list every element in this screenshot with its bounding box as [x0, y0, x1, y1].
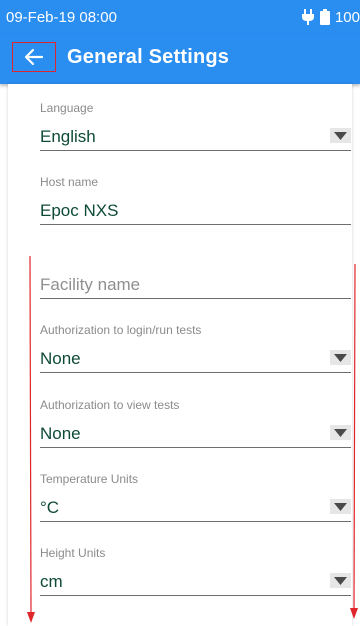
status-bar: 09-Feb-19 08:00 100 [0, 0, 360, 34]
back-arrow-icon [24, 48, 44, 66]
temperature-units-underline [40, 521, 351, 522]
dropdown-arrow-icon[interactable] [330, 128, 351, 143]
temperature-units-label: Temperature Units [40, 472, 139, 486]
host-name-label: Host name [40, 175, 99, 189]
status-datetime: 09-Feb-19 08:00 [6, 8, 117, 26]
host-name-underline [40, 224, 351, 225]
auth-view-field[interactable]: Authorization to view tests None [40, 398, 351, 448]
height-units-underline [40, 595, 351, 596]
facility-name-placeholder: Facility name [40, 275, 141, 294]
settings-card: Language English Host name Epoc NXS Faci… [8, 84, 352, 626]
battery-icon [319, 9, 330, 25]
height-units-field[interactable]: Height Units cm [40, 546, 351, 596]
language-value: English [40, 127, 96, 146]
status-icons: 100 [301, 9, 360, 26]
facility-name-underline [40, 298, 351, 299]
auth-view-underline [40, 447, 351, 448]
language-field[interactable]: Language English [40, 101, 351, 151]
auth-view-value: None [40, 424, 81, 443]
facility-name-input[interactable]: Facility name [40, 273, 351, 299]
back-button[interactable] [12, 42, 56, 72]
height-units-value: cm [40, 572, 63, 591]
charging-plug-icon [301, 9, 314, 25]
auth-login-field[interactable]: Authorization to login/run tests None [40, 323, 351, 373]
scroll-arrow-icon [350, 263, 358, 619]
scroll-arrow-icon [27, 255, 35, 623]
host-name-value: Epoc NXS [40, 201, 119, 220]
auth-view-label: Authorization to view tests [40, 398, 180, 412]
auth-login-label: Authorization to login/run tests [40, 323, 202, 337]
language-underline [40, 150, 351, 151]
page-title: General Settings [67, 46, 230, 68]
auth-login-value: None [40, 349, 81, 368]
height-units-label: Height Units [40, 546, 106, 560]
app-bar: General Settings [0, 34, 360, 84]
host-name-field[interactable]: Host name Epoc NXS [40, 175, 351, 225]
language-label: Language [40, 101, 94, 115]
temperature-units-field[interactable]: Temperature Units °C [40, 472, 351, 522]
temperature-units-value: °C [40, 498, 60, 517]
battery-level: 100 [334, 8, 360, 26]
auth-login-underline [40, 372, 351, 373]
